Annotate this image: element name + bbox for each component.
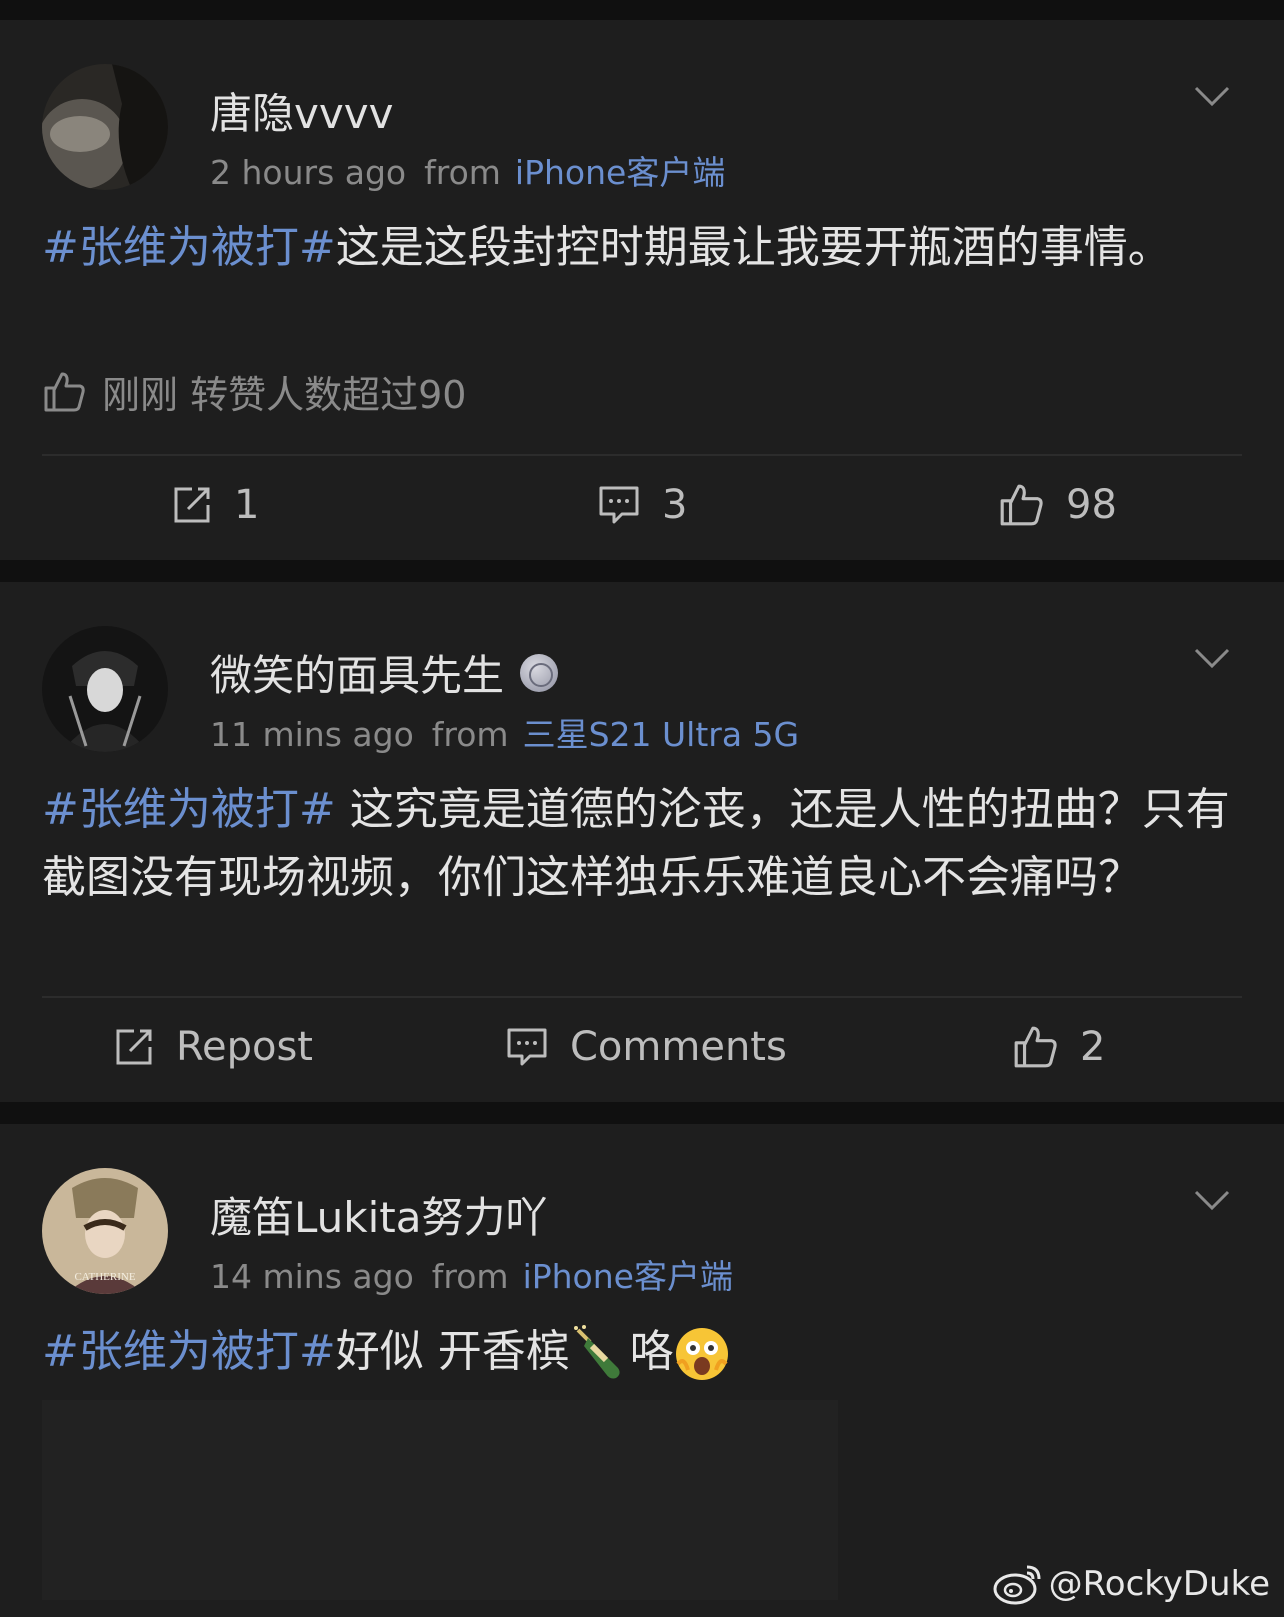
post-card-2: 微笑的面具先生 11 mins ago from 三星S21 Ultra 5G #张…: [0, 582, 1284, 1102]
post-content: #张维为被打# 这究竟是道德的沦丧，还是人性的扭曲？只有截图没有现场视频，你们这…: [42, 776, 1242, 912]
comments-button[interactable]: 3: [598, 482, 687, 528]
post-meta: 14 mins ago from iPhone客户端: [210, 1250, 733, 1298]
divider: [42, 454, 1242, 456]
chevron-down-icon[interactable]: [1194, 640, 1230, 676]
username[interactable]: 微笑的面具先生: [210, 642, 559, 703]
from-label: from: [431, 1257, 509, 1296]
post-time: 14 mins ago: [210, 1257, 414, 1296]
repost-label: Repost: [176, 1024, 313, 1070]
chevron-down-icon[interactable]: [1194, 78, 1230, 114]
like-button[interactable]: 98: [998, 482, 1117, 528]
repost-button[interactable]: Repost: [114, 1024, 313, 1070]
shocked-face-icon: [675, 1328, 728, 1380]
watermark-text: @RockyDuke: [1048, 1564, 1270, 1604]
weibo-logo-icon: [993, 1565, 1041, 1605]
post-time: 11 mins ago: [210, 715, 414, 754]
repost-button[interactable]: 1: [172, 482, 259, 528]
thumbs-up-icon: [1014, 1026, 1057, 1068]
from-label: from: [431, 715, 509, 754]
like-count: 98: [1066, 482, 1117, 528]
post-content: #张维为被打#好似 开香槟 咯: [42, 1318, 1242, 1386]
avatar[interactable]: [42, 626, 168, 752]
post-content: #张维为被打#这是这段封控时期最让我要开瓶酒的事情。: [42, 214, 1242, 282]
comments-count: 3: [662, 482, 688, 528]
post-card-1: 唐隐vvvv 2 hours ago from iPhone客户端 #张维为被打#这…: [0, 20, 1284, 560]
post-image[interactable]: [42, 1400, 838, 1600]
post-text: 好似 开香槟: [335, 1326, 570, 1377]
thumbs-up-icon: [1000, 484, 1043, 526]
avatar[interactable]: [42, 64, 168, 190]
comment-icon: [599, 486, 639, 524]
repost-count: 1: [234, 482, 260, 528]
champagne-icon: [573, 1325, 620, 1379]
post-text: 这是这段封控时期最让我要开瓶酒的事情。: [335, 222, 1172, 273]
hashtag-link[interactable]: #张维为被打#: [42, 784, 336, 835]
like-count: 2: [1080, 1024, 1106, 1070]
username[interactable]: 魔笛Lukita努力吖: [210, 1184, 547, 1245]
notice-text: 刚刚 转赞人数超过90: [102, 373, 467, 417]
username-text: 微笑的面具先生: [210, 651, 505, 700]
post-card-3: CATHERINE 魔笛Lukita努力吖 14 mins ago from iPh…: [0, 1124, 1284, 1617]
post-time: 2 hours ago: [210, 153, 407, 192]
comments-button[interactable]: Comments: [506, 1024, 787, 1070]
post-meta: 11 mins ago from 三星S21 Ultra 5G: [210, 708, 799, 756]
hashtag-link[interactable]: #张维为被打#: [42, 1326, 336, 1377]
post-source[interactable]: iPhone客户端: [523, 1257, 733, 1296]
thumbs-up-icon: [44, 372, 85, 411]
avatar[interactable]: CATHERINE: [42, 1168, 168, 1294]
post-text-end: 咯: [629, 1326, 674, 1377]
post-source[interactable]: 三星S21 Ultra 5G: [523, 715, 800, 754]
comments-label: Comments: [570, 1024, 787, 1070]
post-meta: 2 hours ago from iPhone客户端: [210, 146, 725, 194]
username[interactable]: 唐隐vvvv: [210, 80, 393, 141]
divider: [42, 996, 1242, 998]
post-source[interactable]: iPhone客户端: [515, 153, 725, 192]
from-label: from: [424, 153, 501, 192]
like-button[interactable]: 2: [1012, 1024, 1105, 1070]
comment-icon: [507, 1028, 547, 1066]
repost-icon: [116, 1029, 152, 1065]
hashtag-link[interactable]: #张维为被打#: [42, 222, 336, 273]
medal-icon: [520, 653, 559, 692]
notice-row: 刚刚 转赞人数超过90: [42, 364, 466, 419]
chevron-down-icon[interactable]: [1194, 1182, 1230, 1218]
watermark: @RockyDuke: [993, 1563, 1270, 1605]
repost-icon: [174, 487, 210, 523]
svg-text:CATHERINE: CATHERINE: [74, 1271, 135, 1283]
